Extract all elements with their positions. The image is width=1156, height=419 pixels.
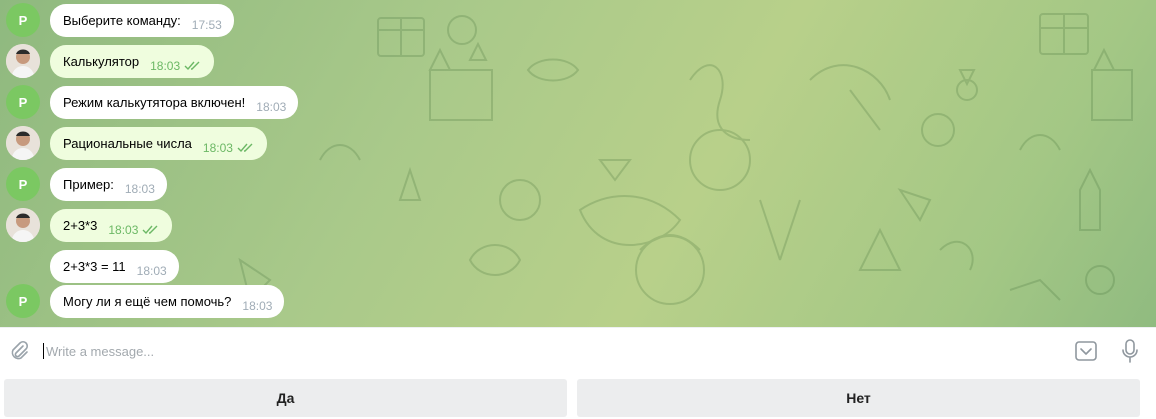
chat-area: P Выберите команду: 17:53 Калькулятор 18… <box>0 0 1156 327</box>
user-avatar[interactable] <box>6 44 40 78</box>
message-row: Калькулятор 18:03 <box>6 44 215 78</box>
message-row: P Могу ли я ещё чем помочь? 18:03 <box>6 284 285 318</box>
double-check-icon <box>142 225 158 234</box>
message-input[interactable] <box>46 338 1026 364</box>
message-text: Выберите команду: <box>63 12 181 28</box>
bot-avatar[interactable]: P <box>6 284 40 318</box>
message-row: 2+3*3 = 11 18:03 <box>6 249 179 283</box>
user-photo-icon <box>6 126 40 160</box>
message-composer <box>0 327 1156 373</box>
keyboard-button-no[interactable]: Нет <box>577 379 1140 417</box>
message-time: 18:03 <box>136 263 167 278</box>
keyboard-button-yes[interactable]: Да <box>4 379 567 417</box>
user-photo-icon <box>6 208 40 242</box>
message-text: Пример: <box>63 176 114 192</box>
bot-avatar[interactable]: P <box>6 85 40 119</box>
text-caret <box>43 343 44 359</box>
user-photo-icon <box>6 44 40 78</box>
user-avatar[interactable] <box>6 126 40 160</box>
incoming-message-bubble: Выберите команду: 17:53 <box>50 3 234 37</box>
outgoing-message-bubble: Рациональные числа 18:03 <box>50 126 267 160</box>
user-avatar[interactable] <box>6 208 40 242</box>
outgoing-message-bubble: 2+3*3 18:03 <box>50 208 173 242</box>
reply-keyboard: Да Нет <box>0 373 1156 419</box>
message-row: P Режим калькутятора включен! 18:03 <box>6 85 299 119</box>
bot-avatar[interactable]: P <box>6 3 40 37</box>
message-text: Могу ли я ещё чем помочь? <box>63 293 232 309</box>
message-text: 2+3*3 <box>63 217 98 233</box>
message-time: 18:03 <box>256 99 287 114</box>
double-check-icon <box>237 143 253 152</box>
message-time: 18:03 <box>108 222 139 237</box>
message-time: 17:53 <box>191 17 222 32</box>
bot-avatar[interactable]: P <box>6 167 40 201</box>
incoming-message-bubble: 2+3*3 = 11 18:03 <box>50 249 179 283</box>
paperclip-icon[interactable] <box>8 340 30 362</box>
microphone-icon[interactable] <box>1120 338 1140 364</box>
incoming-message-bubble: Режим калькутятора включен! 18:03 <box>50 85 299 119</box>
message-text: Рациональные числа <box>63 135 192 151</box>
chevron-down-icon[interactable] <box>1074 340 1098 362</box>
incoming-message-bubble: Могу ли я ещё чем помочь? 18:03 <box>50 284 285 318</box>
message-row: 2+3*3 18:03 <box>6 208 173 242</box>
incoming-message-bubble: Пример: 18:03 <box>50 167 167 201</box>
message-row: P Пример: 18:03 <box>6 167 167 201</box>
message-row: Рациональные числа 18:03 <box>6 126 267 160</box>
double-check-icon <box>184 61 200 70</box>
message-row: P Выберите команду: 17:53 <box>6 3 234 37</box>
message-time: 18:03 <box>202 140 233 155</box>
message-time: 18:03 <box>124 181 155 196</box>
outgoing-message-bubble: Калькулятор 18:03 <box>50 44 215 78</box>
message-text: Режим калькутятора включен! <box>63 94 246 110</box>
message-text: Калькулятор <box>63 53 140 69</box>
message-text: 2+3*3 = 11 <box>63 258 126 274</box>
message-time: 18:03 <box>150 58 181 73</box>
message-time: 18:03 <box>242 298 273 313</box>
